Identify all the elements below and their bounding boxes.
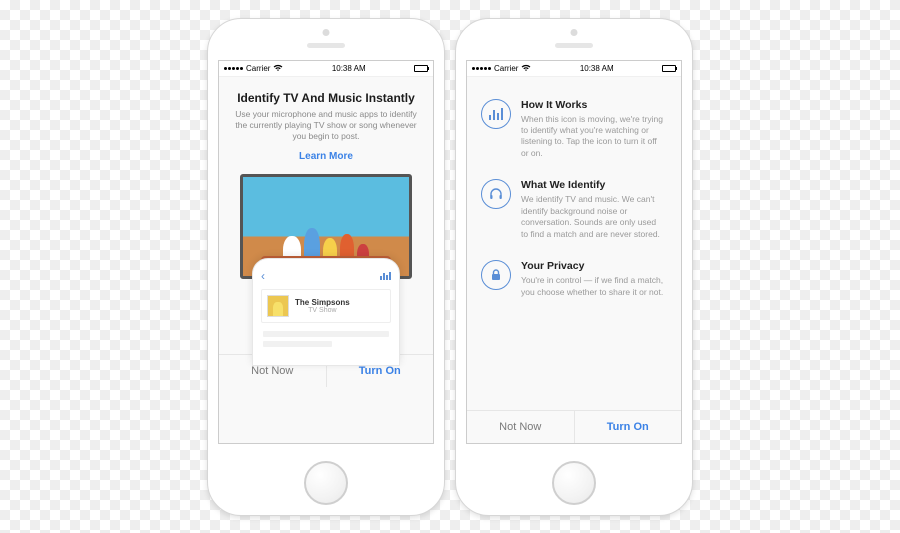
- status-bar: Carrier 10:38 AM: [467, 61, 681, 77]
- phone-camera: [323, 29, 330, 36]
- carrier-label: Carrier: [494, 64, 518, 73]
- info-title: Your Privacy: [521, 260, 665, 272]
- info-body: You're in control — if we find a match, …: [521, 275, 665, 298]
- back-chevron-icon: ‹: [261, 269, 265, 283]
- audio-bars-icon: [481, 99, 511, 129]
- media-title: The Simpsons: [295, 298, 350, 307]
- phone-screen-left: Carrier 10:38 AM Identify TV And Music I…: [218, 60, 434, 444]
- phone-camera: [571, 29, 578, 36]
- clock: 10:38 AM: [580, 64, 614, 73]
- carrier-label: Carrier: [246, 64, 270, 73]
- info-title: What We Identify: [521, 179, 665, 191]
- clock: 10:38 AM: [332, 64, 366, 73]
- phone-screen-right: Carrier 10:38 AM How It Works When this …: [466, 60, 682, 444]
- wifi-icon: [521, 64, 531, 72]
- media-thumbnail: [267, 295, 289, 317]
- not-now-button[interactable]: Not Now: [467, 411, 575, 443]
- home-button[interactable]: [552, 461, 596, 505]
- signal-dots-icon: [224, 67, 243, 70]
- headphones-icon: [481, 179, 511, 209]
- lock-icon: [481, 260, 511, 290]
- turn-on-button[interactable]: Turn On: [575, 411, 682, 443]
- battery-icon: [414, 65, 428, 72]
- button-row: Not Now Turn On: [467, 410, 681, 443]
- status-bar: Carrier 10:38 AM: [219, 61, 433, 77]
- media-subtitle: TV Show: [295, 307, 350, 314]
- info-row-your-privacy: Your Privacy You're in control — if we f…: [481, 260, 665, 298]
- phone-mockup-left: Carrier 10:38 AM Identify TV And Music I…: [207, 18, 445, 516]
- phone-speaker: [555, 43, 593, 48]
- info-body: When this icon is moving, we're trying t…: [521, 114, 665, 160]
- info-title: How It Works: [521, 99, 665, 111]
- home-button[interactable]: [304, 461, 348, 505]
- signal-dots-icon: [472, 67, 491, 70]
- info-row-how-it-works: How It Works When this icon is moving, w…: [481, 99, 665, 160]
- page-description: Use your microphone and music apps to id…: [233, 109, 419, 143]
- audio-bars-icon: [380, 272, 391, 280]
- mini-phone-illustration: ‹ The Simpsons TV Show: [252, 258, 400, 366]
- page-title: Identify TV And Music Instantly: [233, 91, 419, 105]
- learn-more-link[interactable]: Learn More: [233, 151, 419, 162]
- illustration: ‹ The Simpsons TV Show: [233, 174, 419, 354]
- info-row-what-we-identify: What We Identify We identify TV and musi…: [481, 179, 665, 240]
- media-card: The Simpsons TV Show: [261, 289, 391, 323]
- phone-mockup-right: Carrier 10:38 AM How It Works When this …: [455, 18, 693, 516]
- info-body: We identify TV and music. We can't ident…: [521, 194, 665, 240]
- phone-speaker: [307, 43, 345, 48]
- wifi-icon: [273, 64, 283, 72]
- battery-icon: [662, 65, 676, 72]
